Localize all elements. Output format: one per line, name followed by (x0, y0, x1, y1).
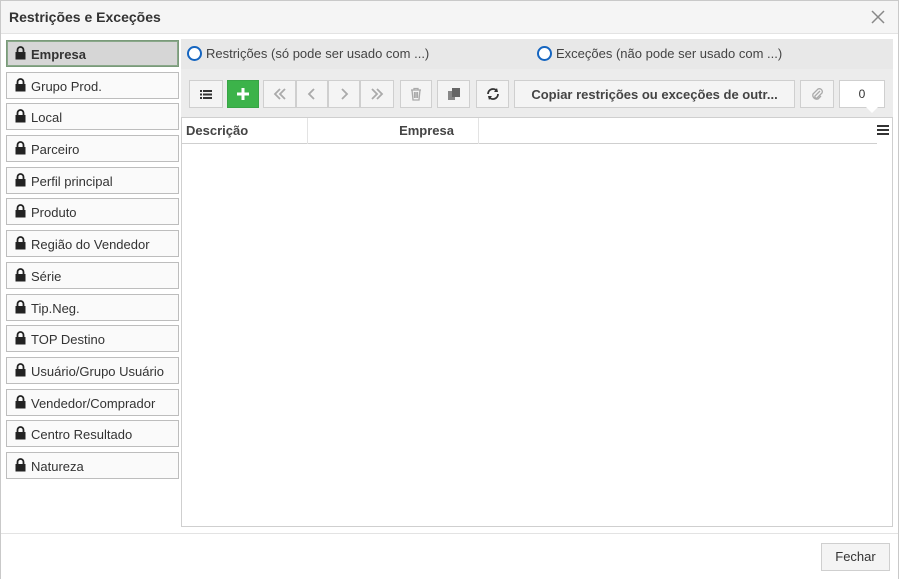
sidebar-item-label: Usuário/Grupo Usuário (31, 363, 164, 379)
lock-icon (15, 77, 26, 92)
radio-restricoes[interactable]: Restrições (só pode ser usado com ...) (187, 46, 429, 61)
sidebar-item-vendedor-comprador[interactable]: Vendedor/Comprador (6, 388, 179, 416)
next-record-button[interactable] (328, 80, 360, 108)
duplicate-button[interactable] (437, 80, 470, 108)
sidebar-item-empresa[interactable]: Empresa (6, 40, 179, 67)
double-chevron-left-icon (273, 88, 286, 100)
sidebar-item-label: Natureza (31, 458, 84, 474)
close-button[interactable]: Fechar (821, 543, 890, 571)
sidebar-item-natureza[interactable]: Natureza (6, 451, 179, 479)
attachment-button[interactable] (800, 80, 834, 108)
sidebar-item-regiao-vendedor[interactable]: Região do Vendedor (6, 230, 179, 258)
add-button[interactable] (227, 80, 259, 108)
previous-record-button[interactable] (296, 80, 328, 108)
column-header-descricao[interactable]: Descrição (182, 118, 308, 144)
sidebar-item-label: Grupo Prod. (31, 78, 102, 94)
close-icon[interactable] (868, 7, 888, 27)
lock-icon (15, 458, 26, 472)
sidebar-item-label: Série (31, 268, 62, 284)
list-view-button[interactable] (189, 80, 223, 108)
first-record-button[interactable] (263, 80, 296, 108)
sidebar-item-label: Local (31, 110, 63, 126)
sidebar-item-local[interactable]: Local (6, 103, 179, 131)
copy-icon (447, 88, 460, 100)
column-header-empresa[interactable]: Empresa (308, 118, 479, 144)
sidebar-item-label: Perfil principal (31, 173, 113, 189)
sidebar-item-label: Vendedor/Comprador (31, 395, 156, 411)
radio-circle[interactable] (537, 46, 552, 61)
chevron-left-icon (307, 88, 315, 100)
mode-selector: Restrições (só pode ser usado com ...) E… (181, 39, 893, 69)
double-chevron-right-icon (371, 88, 384, 100)
sidebar-item-tip-neg[interactable]: Tip.Neg. (6, 293, 179, 321)
lock-icon (15, 204, 26, 218)
last-record-button[interactable] (360, 80, 394, 108)
sidebar-item-label: Produto (31, 205, 77, 221)
sidebar-item-perfil-principal[interactable]: Perfil principal (6, 166, 179, 194)
sidebar-item-label: Parceiro (31, 142, 80, 158)
column-menu-icon[interactable] (876, 123, 890, 137)
chevron-right-icon (341, 88, 349, 100)
refresh-button[interactable] (476, 80, 509, 108)
radio-excecoes-label: Exceções (não pode ser usado com ...) (556, 46, 783, 61)
sidebar-item-produto[interactable]: Produto (6, 198, 179, 226)
paperclip-icon (812, 88, 823, 100)
sidebar-item-label: Centro Resultado (31, 427, 133, 443)
sidebar-item-grupo-prod[interactable]: Grupo Prod. (6, 71, 179, 99)
lock-icon (15, 46, 26, 60)
delete-button[interactable] (400, 80, 432, 108)
sidebar-item-usuario-grupo[interactable]: Usuário/Grupo Usuário (6, 356, 179, 384)
lock-icon (15, 236, 26, 250)
lock-icon (15, 363, 26, 377)
copy-restrictions-button[interactable]: Copiar restrições ou exceções de outr... (514, 80, 795, 108)
lock-icon (15, 299, 26, 313)
radio-excecoes[interactable]: Exceções (não pode ser usado com ...) (537, 46, 782, 61)
refresh-icon (486, 88, 499, 100)
list-icon (200, 90, 212, 99)
dialog-footer: Fechar (1, 533, 898, 579)
radio-circle[interactable] (187, 46, 202, 61)
category-sidebar: Empresa Grupo Prod. Local Parceiro Perfi… (6, 40, 179, 484)
sidebar-item-label: Região do Vendedor (31, 237, 150, 253)
lock-icon (15, 331, 26, 345)
sidebar-item-label: Tip.Neg. (31, 300, 80, 316)
lock-icon (15, 172, 26, 187)
grid-header: Descrição Empresa (182, 118, 877, 144)
radio-restricoes-label: Restrições (só pode ser usado com ...) (206, 46, 430, 61)
plus-icon (237, 88, 249, 100)
grid-toolbar: Copiar restrições ou exceções de outr...… (181, 69, 893, 117)
dialog-titlebar: Restrições e Exceções (1, 1, 898, 34)
lock-icon (15, 394, 26, 409)
lock-icon (15, 267, 26, 282)
attachment-counter: 0 (839, 80, 885, 113)
trash-icon (411, 87, 421, 101)
sidebar-item-top-destino[interactable]: TOP Destino (6, 325, 179, 353)
sidebar-item-parceiro[interactable]: Parceiro (6, 135, 179, 163)
sidebar-item-serie[interactable]: Série (6, 261, 179, 289)
sidebar-item-label: TOP Destino (31, 332, 105, 348)
lock-icon (15, 141, 26, 155)
restrictions-dialog: Restrições e Exceções Empresa Grupo Prod… (0, 0, 899, 579)
sidebar-item-label: Empresa (31, 47, 86, 62)
lock-icon (15, 109, 26, 123)
lock-icon (15, 426, 26, 440)
records-grid: Descrição Empresa (181, 117, 893, 527)
dialog-title: Restrições e Exceções (9, 9, 161, 25)
sidebar-item-centro-resultado[interactable]: Centro Resultado (6, 420, 179, 448)
